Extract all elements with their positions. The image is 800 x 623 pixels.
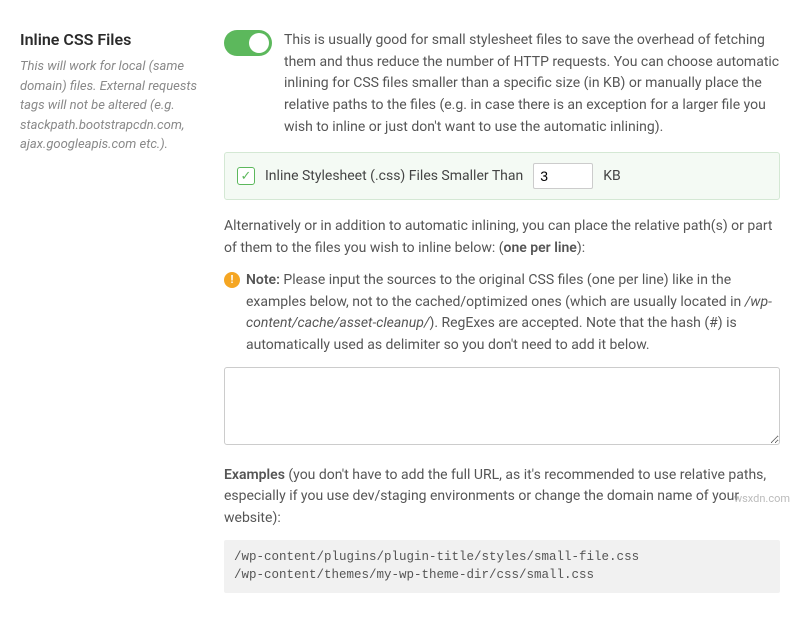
examples-code: /wp-content/plugins/plugin-title/styles/…: [224, 540, 780, 594]
section-subtitle: This will work for local (same domain) f…: [20, 57, 200, 155]
inline-threshold-checkbox[interactable]: ✓: [237, 167, 255, 185]
check-icon: ✓: [241, 169, 252, 184]
inline-threshold-unit: KB: [603, 168, 621, 184]
sidebar: Inline CSS Files This will work for loca…: [20, 30, 200, 593]
inline-threshold-box: ✓ Inline Stylesheet (.css) Files Smaller…: [224, 152, 780, 200]
enable-toggle[interactable]: [224, 30, 272, 56]
feature-description: This is usually good for small styleshee…: [284, 30, 780, 138]
note-label: Note:: [246, 272, 280, 288]
section-title: Inline CSS Files: [20, 30, 200, 49]
watermark: wsxdn.com: [734, 492, 790, 505]
inline-threshold-label: Inline Stylesheet (.css) Files Smaller T…: [265, 168, 523, 184]
note-block: ! Note: Please input the sources to the …: [224, 270, 780, 357]
alt-instructions: Alternatively or in addition to automati…: [224, 216, 780, 259]
warning-icon: !: [224, 272, 240, 288]
inline-threshold-input[interactable]: [533, 163, 593, 189]
note-text-1: Please input the sources to the original…: [246, 272, 745, 310]
main-content: This is usually good for small styleshee…: [224, 30, 780, 593]
toggle-knob: [249, 33, 269, 53]
inline-paths-textarea[interactable]: [224, 367, 780, 445]
examples-heading: Examples (you don't have to add the full…: [224, 465, 780, 530]
